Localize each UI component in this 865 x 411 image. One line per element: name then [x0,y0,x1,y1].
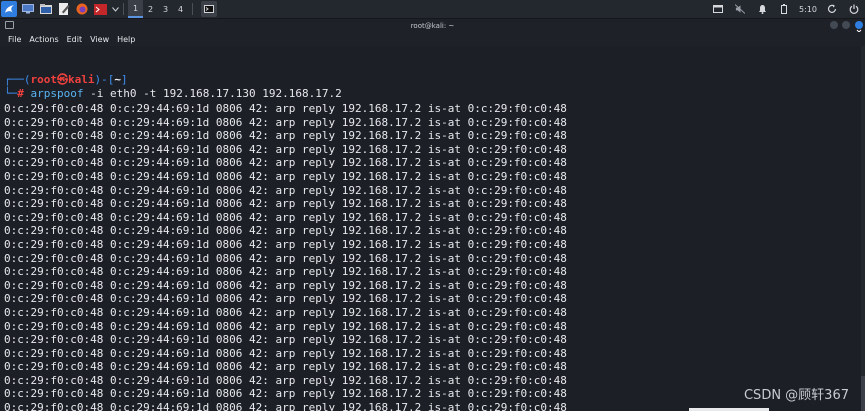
scrollbar-thumb[interactable] [861,376,865,411]
terminal-output-line: 0:c:29:f0:c0:48 0:c:29:44:69:1d 0806 42:… [4,156,567,170]
prompt-hash: # [17,87,24,100]
terminal-output-line: 0:c:29:f0:c0:48 0:c:29:44:69:1d 0806 42:… [4,102,567,115]
text-editor-icon[interactable] [57,2,71,16]
menu-file[interactable]: File [8,35,21,44]
command-name: arpspoof [30,87,84,100]
file-manager-icon[interactable] [39,2,53,16]
panel-separator [123,3,124,15]
watermark: CSDN @顾轩367 [743,388,849,403]
prompt-mid: )-[ [94,73,115,86]
prompt-path: ~ [114,73,121,86]
menu-view[interactable]: View [90,35,109,44]
panel-tray: 5:10 [707,0,865,18]
terminal-output-line: 0:c:29:f0:c0:48 0:c:29:44:69:1d 0806 42:… [4,333,567,347]
workspace-4[interactable]: 4 [173,0,188,18]
terminal-output-line: 0:c:29:f0:c0:48 0:c:29:44:69:1d 0806 42:… [4,278,567,292]
refresh-icon[interactable] [827,4,837,14]
terminal-output-line: 0:c:29:f0:c0:48 0:c:29:44:69:1d 0806 42:… [4,265,567,279]
prompt-user: root [30,73,58,86]
terminal-output-line: 0:c:29:f0:c0:48 0:c:29:44:69:1d 0806 42:… [4,292,567,306]
prompt-at: ㉿ [57,73,68,86]
power-icon[interactable] [849,4,859,14]
terminal-output-line: 0:c:29:f0:c0:48 0:c:29:44:69:1d 0806 42:… [4,224,567,238]
terminal-output-line: 0:c:29:f0:c0:48 0:c:29:44:69:1d 0806 42:… [4,115,567,129]
maximize-button[interactable] [842,21,850,29]
menu-edit[interactable]: Edit [67,35,83,44]
desktop-icon[interactable] [21,2,35,16]
terminal-output-line: 0:c:29:f0:c0:48 0:c:29:44:69:1d 0806 42:… [4,237,567,251]
firefox-icon[interactable] [75,2,89,16]
terminal-output-line: 0:c:29:f0:c0:48 0:c:29:44:69:1d 0806 42:… [4,183,567,197]
terminal-output-line: 0:c:29:f0:c0:48 0:c:29:44:69:1d 0806 42:… [4,373,567,387]
prompt-open: ┌──( [4,73,31,86]
terminal-output-line: 0:c:29:f0:c0:48 0:c:29:44:69:1d 0806 42:… [4,346,567,360]
terminal-output-line: 0:c:29:f0:c0:48 0:c:29:44:69:1d 0806 42:… [4,251,567,265]
panel-clock[interactable]: 5:10 [799,5,817,14]
window-terminal-icon [5,21,14,29]
terminal-output-line: 0:c:29:f0:c0:48 0:c:29:44:69:1d 0806 42:… [4,387,567,401]
arpspoof-output: 0:c:29:f0:c0:48 0:c:29:44:69:1d 0806 42:… [4,102,567,411]
terminal-output-line: 0:c:29:f0:c0:48 0:c:29:44:69:1d 0806 42:… [4,142,567,156]
window-titlebar[interactable]: root@kali: ~ [0,19,865,35]
window-list-icon[interactable] [713,4,724,14]
top-panel: 1 2 3 4 5:10 [0,0,865,19]
prompt-host: kali [68,73,95,86]
kali-dragon-icon[interactable] [1,1,17,17]
window-title: root@kali: ~ [410,21,455,30]
menu-bar: File Actions Edit View Help [0,32,865,46]
terminal-output-line: 0:c:29:f0:c0:48 0:c:29:44:69:1d 0806 42:… [4,305,567,319]
terminal-red-icon[interactable] [93,2,107,16]
terminal-output-line: 0:c:29:f0:c0:48 0:c:29:44:69:1d 0806 42:… [4,197,567,211]
battery-icon[interactable] [779,4,789,14]
terminal-output-line: 0:c:29:f0:c0:48 0:c:29:44:69:1d 0806 42:… [4,169,567,183]
prompt-line-1: ┌──(root㉿kali)-[~] [4,73,128,87]
panel-separator [192,3,193,15]
menu-actions[interactable]: Actions [29,35,58,44]
taskbar-terminal-icon[interactable] [201,1,217,17]
prompt-line-2: └─# arpspoof -i eth0 -t 192.168.17.130 1… [4,87,342,101]
terminal-output-line: 0:c:29:f0:c0:48 0:c:29:44:69:1d 0806 42:… [4,401,567,411]
command-args: -i eth0 -t 192.168.17.130 192.168.17.2 [83,87,342,100]
panel-left: 1 2 3 4 [0,0,217,18]
workspace-2[interactable]: 2 [143,0,158,18]
terminal-output-area[interactable]: ┌──(root㉿kali)-[~] └─# arpspoof -i eth0 … [0,46,865,411]
terminal-scrollbar[interactable] [861,46,865,411]
close-button[interactable] [855,21,863,35]
notification-bell-icon[interactable] [757,4,767,14]
terminal-output-line: 0:c:29:f0:c0:48 0:c:29:44:69:1d 0806 42:… [4,319,567,333]
chevron-down-icon[interactable] [111,2,119,16]
terminal-output-line: 0:c:29:f0:c0:48 0:c:29:44:69:1d 0806 42:… [4,360,567,374]
minimize-button[interactable] [830,21,838,29]
workspace-3[interactable]: 3 [158,0,173,18]
terminal-output-line: 0:c:29:f0:c0:48 0:c:29:44:69:1d 0806 42:… [4,129,567,143]
mute-icon[interactable] [735,4,746,14]
prompt-close: ] [121,73,128,86]
terminal-output-line: 0:c:29:f0:c0:48 0:c:29:44:69:1d 0806 42:… [4,210,567,224]
menu-help[interactable]: Help [117,35,135,44]
workspace-1[interactable]: 1 [128,0,143,18]
desktop: 1 2 3 4 5:10 root@kali: ~ File Actions E… [0,0,865,411]
prompt-line2-prefix: └─ [4,87,18,100]
